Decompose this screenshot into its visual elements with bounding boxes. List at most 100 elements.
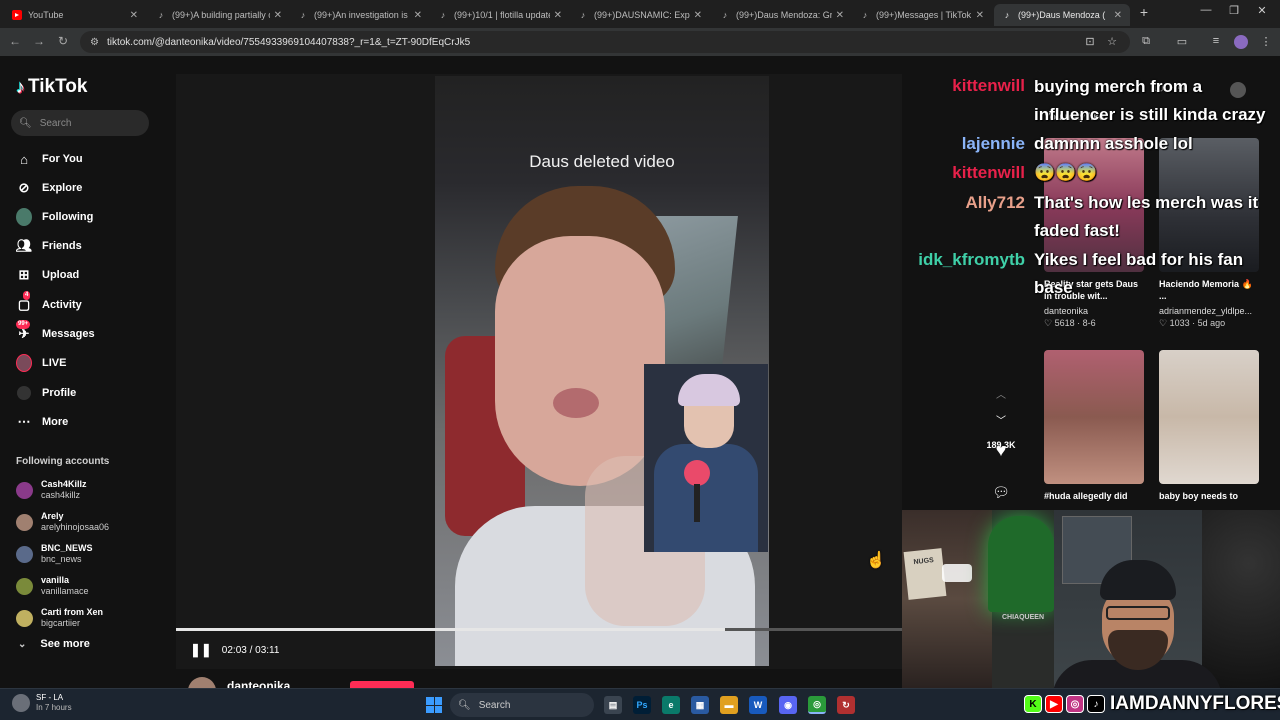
back-icon[interactable]: ← xyxy=(7,34,23,48)
nav-upload[interactable]: ⊞ Upload xyxy=(16,263,80,287)
card-likes: 1033 xyxy=(1169,318,1190,328)
follow-button[interactable] xyxy=(350,681,414,688)
nav-profile[interactable]: Profile xyxy=(16,381,76,405)
store-icon[interactable]: ▦ xyxy=(691,696,709,714)
avatar xyxy=(16,545,33,563)
bookmark-star-icon[interactable]: ☆ xyxy=(1104,35,1120,48)
see-more-button[interactable]: ⌄ See more xyxy=(18,638,90,650)
tab-tiktok-active[interactable]: ♪ (99+)Daus Mendoza ( ✕ xyxy=(994,4,1130,26)
video-thumbnail xyxy=(1044,350,1144,484)
nav-more[interactable]: ⋯ More xyxy=(16,410,69,434)
account-item[interactable]: vanilla vanillamace xyxy=(16,575,89,597)
file-explorer-icon[interactable]: ▬ xyxy=(720,696,738,714)
word-icon[interactable]: W xyxy=(749,696,767,714)
minimize-icon[interactable]: — xyxy=(1196,4,1216,16)
pause-icon[interactable]: ❚❚ xyxy=(190,642,212,658)
nav-messages[interactable]: ✈ 99+ Messages xyxy=(16,320,95,346)
hand-cursor-icon: ☝ xyxy=(866,552,886,569)
tab-close-icon[interactable]: ✕ xyxy=(836,10,844,21)
chrome-icon[interactable]: ◎ xyxy=(808,696,826,714)
inset-reporter-image xyxy=(644,364,768,552)
nav-for-you[interactable]: ⌂ For You xyxy=(16,147,82,171)
forward-icon[interactable]: → xyxy=(31,34,47,48)
tab-close-icon[interactable]: ✕ xyxy=(274,10,282,21)
account-item[interactable]: Carti from Xen bigcartiier xyxy=(16,607,103,629)
nav-friends[interactable]: 👥︎ Friends xyxy=(16,234,82,258)
chat-message: faded fast! xyxy=(1034,221,1120,240)
card-date: 5d ago xyxy=(1197,318,1226,328)
task-view-icon[interactable]: ▤ xyxy=(604,696,622,714)
nav-explore[interactable]: ⊘ Explore xyxy=(16,176,83,200)
tab-close-icon[interactable]: ✕ xyxy=(130,10,138,21)
tab-tiktok-3[interactable]: ♪ (99+)10/1 | flotilla update ✕ xyxy=(430,4,570,26)
next-video-icon[interactable]: ﹀ xyxy=(986,412,1016,427)
nav-following[interactable]: Following xyxy=(16,205,93,229)
tab-tiktok-2[interactable]: ♪ (99+)An investigation is u ✕ xyxy=(290,4,430,26)
previous-video-icon[interactable]: ︿ xyxy=(986,386,1016,401)
author-name[interactable]: danteonika xyxy=(227,679,290,688)
close-window-icon[interactable]: ✕ xyxy=(1252,4,1272,17)
tab-title: (99+)An investigation is u xyxy=(314,10,410,20)
discord-icon[interactable]: ◉ xyxy=(779,696,797,714)
tab-title: (99+)A building partially c xyxy=(172,10,270,20)
avatar[interactable] xyxy=(188,677,216,688)
tab-tiktok-1[interactable]: ♪ (99+)A building partially c ✕ xyxy=(148,4,290,26)
photoshop-icon[interactable]: Ps xyxy=(633,696,651,714)
account-item[interactable]: Arely arelyhinojosaa06 xyxy=(16,511,109,533)
tab-close-icon[interactable]: ✕ xyxy=(414,10,422,21)
home-icon: ⌂ xyxy=(20,151,28,167)
address-bar[interactable]: ⚙ tiktok.com/@danteonika/video/755493396… xyxy=(80,31,1130,53)
weather-icon xyxy=(12,694,30,712)
new-tab-button[interactable]: + xyxy=(1134,4,1154,20)
comment-icon[interactable]: 💬︎ xyxy=(986,484,1016,501)
menu-icon[interactable]: ⋮ xyxy=(1258,35,1274,48)
tab-tiktok-6[interactable]: ♪ (99+)Messages | TikTok ✕ xyxy=(852,4,992,26)
following-avatar-icon xyxy=(16,208,32,226)
video-card[interactable]: #huda allegedly did xyxy=(1044,350,1144,514)
user-avatar[interactable] xyxy=(1230,82,1246,98)
tab-tiktok-4[interactable]: ♪ (99+)DAUSNAMIC: Explor ✕ xyxy=(570,4,710,26)
tab-close-icon[interactable]: ✕ xyxy=(976,10,984,21)
avatar xyxy=(16,609,33,627)
video-caption: Daus deleted video xyxy=(529,152,675,171)
reload-icon[interactable]: ↻ xyxy=(55,34,71,48)
video-player[interactable]: Daus deleted video ︿ ﹀ ♥ 💬︎ xyxy=(176,74,1010,669)
install-app-icon[interactable]: ⊡ xyxy=(1082,35,1098,48)
video-progress-bar[interactable] xyxy=(176,628,902,631)
tab-close-icon[interactable]: ✕ xyxy=(694,10,702,21)
nav-label: LIVE xyxy=(42,357,67,369)
search-input[interactable] xyxy=(39,117,140,129)
extensions-icon[interactable]: ⧉ xyxy=(1138,35,1154,48)
weather-widget[interactable]: SF - LA In 7 hours xyxy=(12,693,72,713)
tab-close-icon[interactable]: ✕ xyxy=(554,10,562,21)
media-icon[interactable]: ≡ xyxy=(1208,35,1224,47)
video-card[interactable]: Haciendo Memoria 🔥 ... adrianmendez_yldl… xyxy=(1159,138,1259,329)
profile-avatar[interactable] xyxy=(1234,35,1248,49)
chat-username: lajennie xyxy=(961,134,1025,153)
chat-message: buying merch from a xyxy=(1034,77,1203,96)
edge-icon[interactable]: e xyxy=(662,696,680,714)
tab-close-icon[interactable]: ✕ xyxy=(1114,10,1122,21)
video-card[interactable]: baby boy needs to xyxy=(1159,350,1259,514)
tiktok-icon: ♪ xyxy=(440,10,446,20)
search-box[interactable]: 🔍︎ xyxy=(11,110,149,136)
activity-icon: ▢ 4 xyxy=(17,291,31,312)
tiktok-logo[interactable]: ♪ TikTok xyxy=(16,76,87,98)
nav-activity[interactable]: ▢ 4 Activity xyxy=(16,291,82,317)
account-item[interactable]: BNC_NEWS bnc_news xyxy=(16,543,93,565)
nav-live[interactable]: LIVE xyxy=(16,351,66,375)
nav-label: Profile xyxy=(42,387,77,399)
split-view-icon[interactable]: ▭ xyxy=(1174,35,1190,48)
windows-start-icon[interactable] xyxy=(426,697,442,713)
obs-icon[interactable]: ↻ xyxy=(837,696,855,714)
following-accounts-title: Following accounts xyxy=(16,456,110,467)
nav-label: Messages xyxy=(42,328,95,340)
account-item[interactable]: Cash4Killz cash4killz xyxy=(16,479,87,501)
taskbar-search[interactable]: 🔍︎ Search xyxy=(450,693,594,717)
tab-tiktok-5[interactable]: ♪ (99+)Daus Mendoza: Grov ✕ xyxy=(712,4,852,26)
avatar xyxy=(16,481,33,499)
maximize-icon[interactable]: ❐ xyxy=(1224,4,1244,17)
chat-username: kittenwill xyxy=(952,163,1025,182)
tab-youtube[interactable]: YouTube ✕ xyxy=(4,4,146,26)
site-settings-icon[interactable]: ⚙ xyxy=(90,37,99,48)
